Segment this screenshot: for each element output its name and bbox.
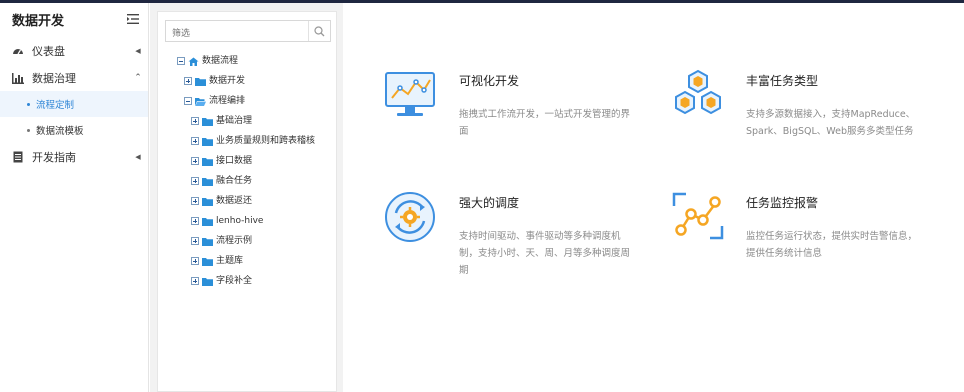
expand-toggle-icon[interactable] [191,177,199,185]
feature-title: 丰富任务类型 [746,74,819,88]
folder-icon [202,217,213,226]
tree-node[interactable]: 流程示例 [191,232,252,250]
tree-node-label: 流程编排 [209,96,246,106]
feature-monitoring: 任务监控报警 监控任务运行状态，提供实时告警信息，提供任务统计信息 [670,190,930,300]
monitor-chart-icon [385,72,435,116]
sidebar-subitem-label: 流程定制 [36,100,75,111]
tree-node[interactable]: 融合任务 [191,172,252,190]
sidebar-subitem-process-custom[interactable]: 流程定制 [0,91,148,117]
expand-toggle-icon[interactable] [191,237,199,245]
dashboard-icon [12,45,24,57]
sidebar-item-label: 开发指南 [32,150,76,164]
expand-toggle-icon[interactable] [191,257,199,265]
expand-toggle-icon[interactable] [191,117,199,125]
sidebar-subitem-dataflow-template[interactable]: 数据流模板 [0,117,148,143]
collapse-toggle-icon[interactable] [184,97,192,105]
sidebar-title: 数据开发 [12,13,65,29]
expand-toggle-icon[interactable] [191,197,199,205]
sidebar-item-data-governance[interactable]: 数据治理 ⌃ [0,64,148,91]
tree-node-label: 数据流程 [202,56,239,66]
search-icon[interactable] [308,21,330,41]
sidebar: 数据开发 仪表盘 ◀ 数据治理 ⌃ 流程定制 数据流模板 开发指南 ◀ [0,3,149,392]
expand-toggle-icon[interactable] [191,137,199,145]
tree-node[interactable]: 接口数据 [191,152,252,170]
feature-task-types: 丰富任务类型 支持多源数据接入，支持MapReduce、Spark、BigSQL… [670,68,930,178]
tree-node-label: 接口数据 [216,156,253,166]
tree-node-label: 融合任务 [216,176,253,186]
folder-icon [202,137,213,146]
folder-icon [202,177,213,186]
tree-node[interactable]: 基础治理 [191,112,252,130]
tree-node-label: 主题库 [216,256,244,266]
feature-description: 拖拽式工作流开发，一站式开发管理的界面 [459,109,631,137]
tree-node[interactable]: 主题库 [191,252,243,270]
tree-panel: 数据流程 数据开发 流程编排 基础治理 业务质量规则和跨表稽核 接口数据 [157,11,337,392]
folder-icon [202,257,213,266]
sidebar-item-label: 仪表盘 [32,44,65,58]
tree-node-label: 业务质量规则和跨表稽核 [216,136,316,146]
tree-node-root[interactable]: 数据流程 [177,52,238,70]
flow-monitor-icon [672,192,724,240]
filter-input[interactable] [166,24,306,44]
bullet-icon [27,102,30,106]
feature-title: 可视化开发 [459,74,520,88]
tree-node[interactable]: 流程编排 [184,92,245,110]
collapse-toggle-icon[interactable] [177,57,185,65]
folder-icon [202,197,213,206]
tree-node-label: 流程示例 [216,236,253,246]
sidebar-item-label: 数据治理 [32,71,76,85]
folder-open-icon [195,97,206,106]
tree-filter [165,20,331,44]
feature-description: 支持多源数据接入，支持MapReduce、Spark、BigSQL、Web服务多… [746,109,916,137]
sidebar-item-dashboard[interactable]: 仪表盘 ◀ [0,37,148,64]
sidebar-item-dev-guide[interactable]: 开发指南 ◀ [0,143,148,170]
bullet-icon [27,128,30,132]
tree-node[interactable]: 业务质量规则和跨表稽核 [191,132,315,150]
collapse-menu-icon[interactable] [126,13,140,25]
tree-node-label: lenho-hive [216,216,264,226]
folder-icon [202,277,213,286]
tree-node[interactable]: lenho-hive [191,212,263,230]
tree-node-label: 数据返还 [216,196,253,206]
chevron-left-icon: ◀ [135,46,141,55]
tree-node-label: 数据开发 [209,76,246,86]
expand-toggle-icon[interactable] [191,217,199,225]
feature-scheduling: 强大的调度 支持时间驱动、事件驱动等多种调度机制，支持小时、天、周、月等多种调度… [383,190,643,300]
chevron-left-icon: ◀ [135,152,141,161]
folder-icon [202,237,213,246]
sidebar-header: 数据开发 [0,3,148,35]
tree-node-label: 字段补全 [216,276,253,286]
bar-chart-icon [12,72,24,84]
sidebar-subitem-label: 数据流模板 [36,126,84,137]
folder-icon [202,117,213,126]
main-content: 可视化开发 拖拽式工作流开发，一站式开发管理的界面 丰富任务类型 支持多源数据接… [343,3,964,392]
folder-icon [195,77,206,86]
feature-description: 监控任务运行状态，提供实时告警信息，提供任务统计信息 [746,231,918,259]
expand-toggle-icon[interactable] [191,277,199,285]
expand-toggle-icon[interactable] [191,157,199,165]
home-icon [188,57,199,66]
feature-title: 任务监控报警 [746,196,819,210]
folder-icon [202,157,213,166]
chevron-up-icon: ⌃ [134,72,142,83]
tree-node[interactable]: 数据返还 [191,192,252,210]
tree-node-label: 基础治理 [216,116,253,126]
tree-node[interactable]: 字段补全 [191,272,252,290]
gear-cycle-icon [385,192,435,242]
document-icon [12,151,24,163]
feature-title: 强大的调度 [459,196,520,210]
tree-node[interactable]: 数据开发 [184,72,245,90]
feature-description: 支持时间驱动、事件驱动等多种调度机制，支持小时、天、周、月等多种调度周期 [459,231,631,276]
hexagon-cluster-icon [675,69,721,115]
feature-visual-dev: 可视化开发 拖拽式工作流开发，一站式开发管理的界面 [383,68,643,178]
expand-toggle-icon[interactable] [184,77,192,85]
